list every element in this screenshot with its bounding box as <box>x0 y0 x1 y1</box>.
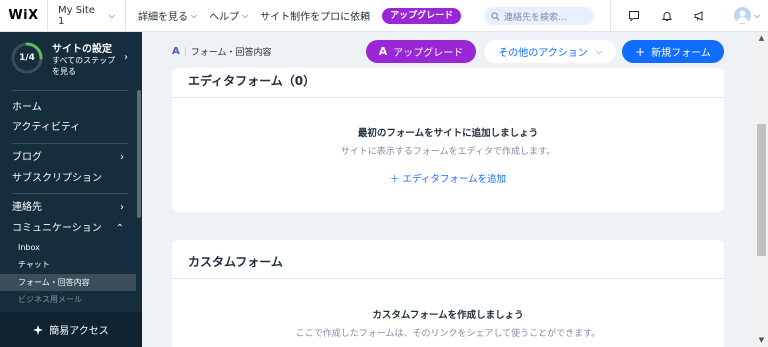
new-form-button[interactable]: + 新規フォーム <box>622 40 724 63</box>
nav-help[interactable]: ヘルプ ⌵ <box>209 8 249 24</box>
site-name: My Site 1 <box>58 4 95 27</box>
card-divider <box>172 97 724 98</box>
sidebar-item-communication[interactable]: コミュニケーション ⌃ <box>0 219 136 239</box>
sidebar-item-label: ブログ <box>12 152 42 163</box>
search-input[interactable]: 連絡先を検索... <box>484 7 594 25</box>
sidebar-subitem-chat[interactable]: チャット <box>0 256 136 273</box>
breadcrumb-current: フォーム・回答内容 <box>190 48 272 58</box>
sidebar-divider <box>12 90 128 91</box>
custom-empty-subtitle: ここで作成したフォームは、そのリンクをシェアして使うことができます。 <box>295 329 601 339</box>
sidebar-item-label: 連絡先 <box>12 202 42 213</box>
scroll-down-arrow[interactable]: ▼ <box>757 336 766 344</box>
sidebar-item-blog[interactable]: ブログ › <box>0 148 136 168</box>
sidebar-item-label: ホーム <box>12 102 42 113</box>
sidebar-divider <box>12 193 128 194</box>
setup-subtitle-2: を見る <box>52 66 76 76</box>
nav-explore-label: 詳細を見る <box>138 12 188 23</box>
custom-forms-title: カスタムフォーム <box>188 255 283 269</box>
site-selector[interactable]: My Site 1 ⌵ <box>48 0 126 32</box>
plus-icon: ＋ <box>389 174 403 185</box>
avatar <box>734 7 751 24</box>
more-actions-label: その他のアクション <box>498 48 588 59</box>
sidebar-scrollbar[interactable] <box>137 90 141 218</box>
setup-subtitle-1: すべてのステップ <box>52 55 116 65</box>
editor-empty-subtitle: サイトに表示するフォームをエディタで作成します。 <box>340 147 556 157</box>
chevron-right-icon: › <box>120 202 124 213</box>
search-placeholder: 連絡先を検索... <box>504 12 567 23</box>
main-content: A | フォーム・回答内容 A アップグレード その他のアクション ⌵ + 新規… <box>142 32 754 347</box>
sidebar-subitem-inbox[interactable]: Inbox <box>0 239 136 256</box>
add-editor-form-label: エディタフォームを追加 <box>402 174 507 185</box>
more-actions-button[interactable]: その他のアクション ⌵ <box>484 40 616 63</box>
sidebar-subitem-business-mail[interactable]: ビジネス用メール <box>0 291 136 308</box>
megaphone-icon[interactable] <box>690 7 708 25</box>
scroll-up-arrow[interactable]: ▲ <box>757 34 766 42</box>
page-scrollbar-thumb[interactable] <box>757 124 766 256</box>
sidebar-item-subscriptions[interactable]: サブスクリプション <box>0 169 136 189</box>
quick-access-button[interactable]: 簡易アクセス <box>0 312 142 347</box>
sidebar-subitem-forms[interactable]: フォーム・回答内容 <box>0 274 136 291</box>
nav-hire-pro[interactable]: サイト制作をプロに依頼 <box>260 8 370 23</box>
chevron-down-icon: ⌵ <box>242 10 249 20</box>
custom-empty-title: カスタムフォームを作成しましょう <box>372 310 524 321</box>
sidebar-item-label: アクティビティ <box>12 122 81 133</box>
breadcrumb-separator: | <box>183 46 187 57</box>
topbar-divider <box>610 0 611 32</box>
chevron-down-icon: ⌵ <box>191 10 198 20</box>
add-editor-form-link[interactable]: ＋ エディタフォームを追加 <box>172 171 724 185</box>
setup-title: サイトの設定 <box>52 43 112 55</box>
page-header: A | フォーム・回答内容 A アップグレード その他のアクション ⌵ + 新規… <box>142 32 754 72</box>
wix-logo[interactable]: WiX <box>0 0 48 32</box>
custom-forms-card: カスタムフォーム カスタムフォームを作成しましょう ここで作成したフォームは、そ… <box>172 240 724 347</box>
progress-label: 1/4 <box>19 53 35 63</box>
chat-icon[interactable] <box>625 7 643 25</box>
premium-icon: A <box>378 45 388 58</box>
nav-hire-pro-label: サイト制作をプロに依頼 <box>260 12 371 23</box>
bell-icon[interactable] <box>658 7 676 25</box>
chevron-up-icon: ⌃ <box>115 223 124 234</box>
upgrade-button[interactable]: A アップグレード <box>366 40 476 63</box>
breadcrumb: A | フォーム・回答内容 <box>172 45 272 58</box>
nav-help-label: ヘルプ <box>209 12 240 23</box>
chevron-down-icon: ⌵ <box>108 10 115 20</box>
card-divider <box>172 278 724 279</box>
plus-icon: + <box>635 44 646 59</box>
nav-explore[interactable]: 詳細を見る ⌵ <box>138 8 198 24</box>
progress-ring: 1/4 <box>10 41 44 75</box>
site-setup-progress[interactable]: 1/4 サイトの設定 すべてのステップ を見る › <box>0 32 142 84</box>
chevron-right-icon: › <box>124 52 128 63</box>
account-menu[interactable]: ⌵ <box>734 7 760 24</box>
chevron-right-icon: › <box>120 152 124 163</box>
sidebar-item-activity[interactable]: アクティビティ <box>0 118 136 138</box>
sidebar-divider <box>12 143 128 144</box>
sidebar-item-home[interactable]: ホーム <box>0 98 136 118</box>
sidebar-item-label: サブスクリプション <box>12 173 102 184</box>
editor-forms-title: エディタフォーム（0） <box>188 74 316 88</box>
chevron-down-icon: ⌵ <box>754 10 761 20</box>
sidebar: 1/4 サイトの設定 すべてのステップ を見る › ホーム アクティビティ ブロ… <box>0 32 142 347</box>
topbar-upgrade-button[interactable]: アップグレード <box>382 7 462 24</box>
top-bar: WiX My Site 1 ⌵ 詳細を見る ⌵ ヘルプ ⌵ サイト制作をプロに依… <box>0 0 768 32</box>
sidebar-item-contacts[interactable]: 連絡先 › <box>0 198 136 218</box>
editor-empty-title: 最初のフォームをサイトに追加しましょう <box>357 128 539 139</box>
forms-app-icon: A <box>172 46 180 57</box>
editor-forms-card: エディタフォーム（0） 最初のフォームをサイトに追加しましょう サイトに表示する… <box>172 68 724 212</box>
quick-access-label: 簡易アクセス <box>49 326 109 337</box>
sidebar-item-label: コミュニケーション <box>12 223 102 234</box>
new-form-label: 新規フォーム <box>651 48 711 59</box>
upgrade-button-label: アップグレード <box>393 48 464 59</box>
search-icon <box>491 11 500 20</box>
sparkle-icon <box>33 324 44 335</box>
chevron-down-icon: ⌵ <box>595 46 602 56</box>
